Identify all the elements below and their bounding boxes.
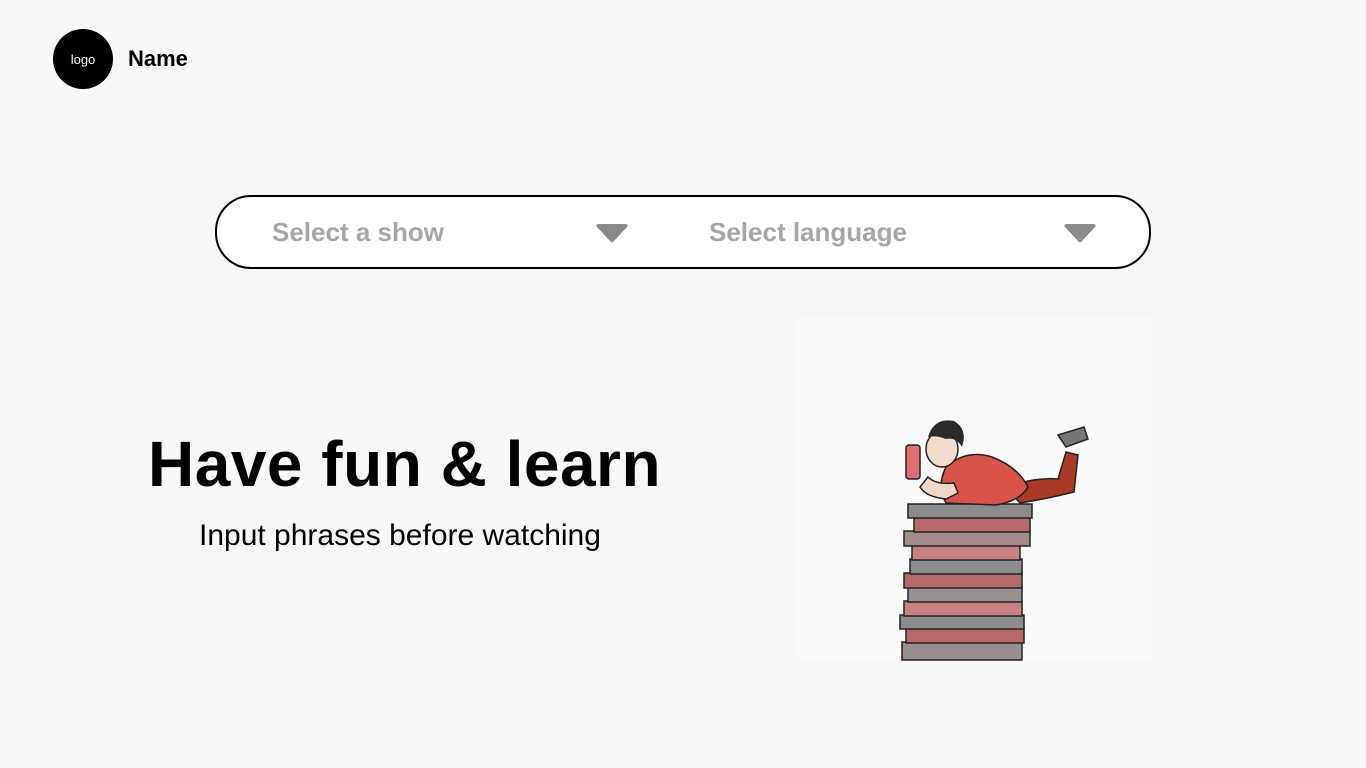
logo[interactable]: logo — [53, 29, 113, 89]
reading-person-icon — [899, 420, 1089, 661]
person-on-books-illustration — [796, 317, 1152, 661]
language-select[interactable]: Select language — [709, 197, 1097, 267]
hero-subtitle: Input phrases before watching — [199, 519, 601, 552]
chevron-down-icon[interactable] — [595, 224, 629, 244]
brand-name[interactable]: Name — [128, 46, 188, 72]
chevron-down-icon[interactable] — [1063, 224, 1097, 244]
hero-title: Have fun & learn — [148, 428, 662, 500]
logo-text: logo — [70, 51, 96, 67]
show-select-label: Select a show — [272, 216, 444, 247]
selector-bar: Select a show Select language — [215, 195, 1151, 269]
show-select[interactable]: Select a show — [272, 197, 629, 267]
language-select-label: Select language — [709, 216, 907, 247]
header: logo Name — [53, 29, 188, 89]
